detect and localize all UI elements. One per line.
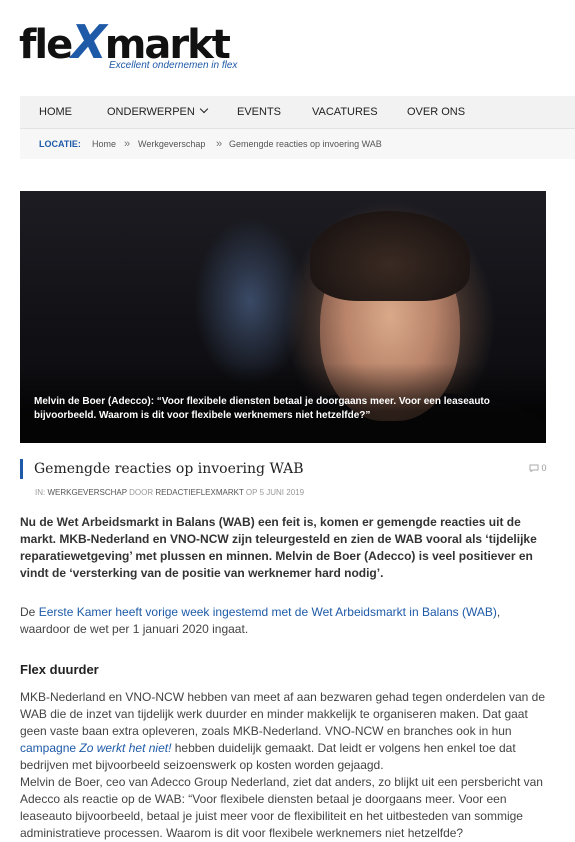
section-heading: Flex duurder xyxy=(20,662,99,677)
eerste-kamer-link[interactable]: Eerste Kamer heeft vorige week ingestemd… xyxy=(39,605,497,619)
breadcrumb: LOCATIE: Home » Werkgeverschap » Gemengd… xyxy=(20,129,575,159)
nav-item-vacatures[interactable]: VACATURES xyxy=(312,96,378,128)
hero-photo-hair xyxy=(310,211,470,301)
hero-caption: Melvin de Boer (Adecco): “Voor flexibele… xyxy=(34,396,490,421)
chevron-down-icon xyxy=(199,104,209,114)
nav-item-home[interactable]: HOME xyxy=(39,96,72,128)
comment-count[interactable]: 0 xyxy=(529,463,547,473)
breadcrumb-separator: » xyxy=(216,138,223,150)
logo-tagline: Excellent ondernemen in flex xyxy=(109,60,238,71)
hero-caption-overlay: Melvin de Boer (Adecco): “Voor flexibele… xyxy=(20,363,546,443)
article-meta: IN: WERKGEVERSCHAP DOOR REDACTIEFLEXMARK… xyxy=(35,488,305,497)
breadcrumb-separator: » xyxy=(124,138,131,150)
main-navigation: HOME ONDERWERPEN EVENTS VACATURES OVER O… xyxy=(20,96,575,129)
breadcrumb-current: Gemengde reacties op invoering WAB xyxy=(229,139,382,149)
article-category[interactable]: WERKGEVERSCHAP xyxy=(47,488,126,497)
nav-item-over-ons[interactable]: OVER ONS xyxy=(407,96,465,128)
breadcrumb-werkgeverschap[interactable]: Werkgeverschap xyxy=(138,129,205,159)
article-date: 5 JUNI 2019 xyxy=(259,488,305,497)
article-title: Gemengde reacties op invoering WAB xyxy=(20,459,304,479)
logo-wordmark: fleXmarkt xyxy=(19,15,231,69)
article-paragraph: MKB-Nederland en VNO-NCW hebben van meet… xyxy=(20,690,545,840)
nav-item-events[interactable]: EVENTS xyxy=(237,96,281,128)
hero-image: Melvin de Boer (Adecco): “Voor flexibele… xyxy=(20,191,546,443)
article-paragraph: De Eerste Kamer heeft vorige week ingest… xyxy=(20,605,501,636)
article-lead: Nu de Wet Arbeidsmarkt in Balans (WAB) e… xyxy=(20,515,537,580)
article-author[interactable]: REDACTIEFLEXMARKT xyxy=(155,488,243,497)
flexmarkt-logo[interactable]: fleXmarkt Excellent ondernemen in flex xyxy=(19,15,259,74)
breadcrumb-label: LOCATIE: xyxy=(39,139,81,149)
breadcrumb-home[interactable]: Home xyxy=(92,129,116,159)
nav-item-onderwerpen[interactable]: ONDERWERPEN xyxy=(107,96,209,128)
campagne-link[interactable]: campagne Zo werkt het niet! xyxy=(20,741,171,755)
comment-icon xyxy=(529,464,539,473)
